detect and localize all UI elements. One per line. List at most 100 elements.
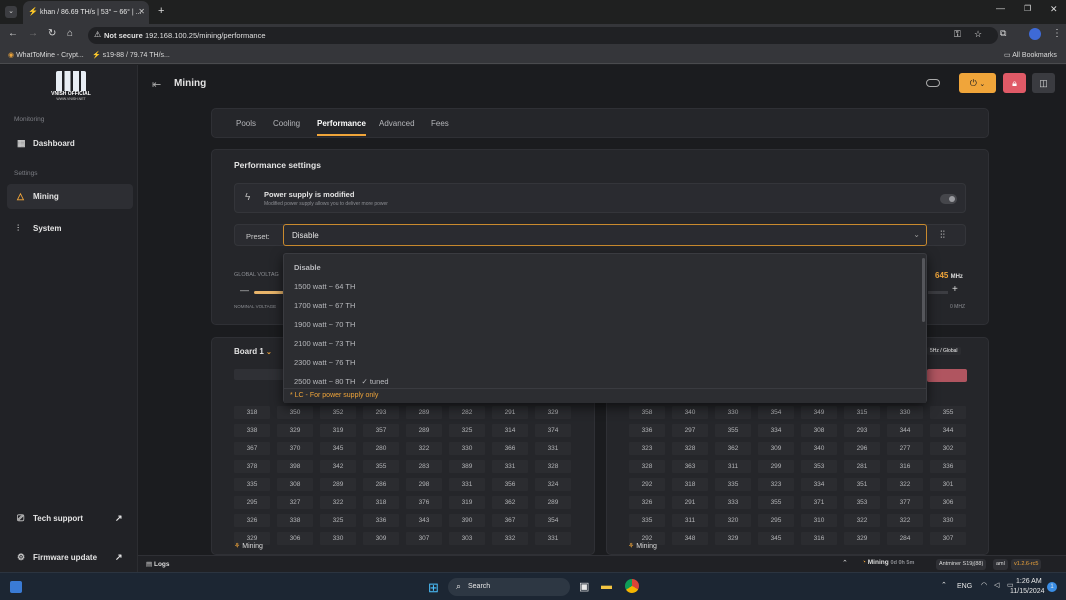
chip-temperature-cell: 308: [801, 424, 837, 437]
chip-temperature-cell: 286: [363, 478, 399, 491]
home-icon[interactable]: ⌂: [67, 28, 73, 39]
dropdown-scrollbar[interactable]: [922, 258, 925, 322]
start-icon[interactable]: ⊞: [428, 580, 439, 596]
star-icon[interactable]: ☆: [974, 29, 982, 40]
profile-icon[interactable]: [1029, 28, 1041, 40]
logs-label: Logs: [153, 561, 170, 568]
widgets-icon[interactable]: [10, 581, 22, 593]
back-icon[interactable]: ←: [8, 28, 18, 39]
logs-button[interactable]: ▤ Logs: [146, 560, 170, 568]
tab-cooling[interactable]: Cooling: [273, 119, 300, 128]
extensions-icon[interactable]: ⧉: [1000, 28, 1006, 39]
collapse-sidebar-icon[interactable]: ⇤: [152, 78, 161, 91]
board-right-badge: 5Hz / Global: [927, 347, 961, 355]
chip-temperature-cell: 314: [492, 424, 528, 437]
search-icon: ⌕: [456, 581, 462, 591]
chip-temperature-cell: 350: [277, 406, 313, 419]
psu-toggle[interactable]: [940, 194, 957, 204]
warning-icon: ⚠: [94, 30, 102, 39]
language-label[interactable]: ENG: [957, 583, 972, 590]
mining-icon: ⚘: [628, 543, 635, 550]
taskbar-search[interactable]: ⌕ Search: [448, 578, 570, 596]
address-bar[interactable]: ⚠ Not secure 192.168.100.25/mining/perfo…: [88, 27, 998, 44]
expand-icon[interactable]: ⌃: [842, 559, 848, 567]
dropdown-option[interactable]: 1700 watt ~ 67 TH: [294, 301, 355, 310]
board-right-bar[interactable]: [927, 369, 967, 382]
close-icon[interactable]: ✕: [138, 7, 145, 16]
sidebar-item-mining[interactable]: △ Mining: [7, 184, 133, 209]
chevron-down-icon: ⌄: [913, 230, 920, 239]
sidebar-item-dashboard[interactable]: ▦ Dashboard: [7, 131, 133, 156]
lock-button[interactable]: 🔒︎: [1003, 73, 1026, 93]
chip-temperature-cell: 325: [449, 424, 485, 437]
dropdown-option[interactable]: 2100 watt ~ 73 TH: [294, 339, 355, 348]
restore-icon[interactable]: ❐: [1024, 4, 1031, 13]
wifi-icon[interactable]: ◠: [981, 581, 987, 589]
taskview-icon[interactable]: ▣: [579, 580, 589, 593]
chrome-icon[interactable]: [625, 579, 639, 593]
clock-date[interactable]: 11/15/2024: [1010, 588, 1045, 595]
sidebar-item-label: Mining: [33, 192, 59, 201]
chip-temperature-cell: 329: [844, 532, 880, 545]
sidebar-item-tech-support[interactable]: ⎚ Tech support ↗: [7, 506, 133, 531]
layout-button[interactable]: ◫: [1032, 73, 1055, 93]
chip-temperature-cell: 316: [801, 532, 837, 545]
bookmark-whattomine[interactable]: ◉ WhatToMine - Crypt...: [8, 51, 84, 59]
sidebar-item-label: Dashboard: [33, 139, 75, 148]
chip-temperature-cell: 389: [449, 460, 485, 473]
document-icon: ▤: [146, 561, 153, 568]
bolt-icon: ⚡: [28, 7, 38, 16]
theme-toggle-icon[interactable]: [926, 79, 940, 87]
mining-icon: ⚘: [234, 543, 241, 550]
frequency-plus[interactable]: +: [952, 284, 958, 295]
notification-badge[interactable]: 1: [1047, 582, 1057, 592]
voltage-slider-fill[interactable]: [254, 291, 284, 294]
chip-temperature-cell: 309: [758, 442, 794, 455]
chip-temperature-cell: 330: [715, 406, 751, 419]
board-title[interactable]: Board 1 ⌄: [234, 347, 272, 356]
reload-icon[interactable]: ↻: [48, 28, 56, 39]
tab-search-icon[interactable]: ⌄: [5, 6, 17, 18]
freq-slider-track[interactable]: [928, 291, 948, 294]
chip-temperature-cell: 331: [535, 532, 571, 545]
all-bookmarks[interactable]: ▭ All Bookmarks: [1004, 51, 1057, 59]
power-button[interactable]: ⏻ ⌄: [959, 73, 996, 93]
tab-pools[interactable]: Pools: [236, 119, 256, 128]
plus-icon[interactable]: +: [158, 5, 164, 17]
minimize-icon[interactable]: —: [996, 3, 1005, 13]
forward-icon[interactable]: →: [28, 28, 38, 39]
key-icon[interactable]: ⚿: [954, 29, 961, 40]
window-close-icon[interactable]: ✕: [1050, 4, 1058, 15]
chip-temperature-cell: 344: [930, 424, 966, 437]
chip-temperature-cell: 390: [449, 514, 485, 527]
preset-select[interactable]: Disable ⌄: [283, 224, 927, 246]
dropdown-option-disable[interactable]: Disable: [294, 263, 321, 272]
dropdown-option[interactable]: 1500 watt ~ 64 TH: [294, 282, 355, 291]
sidebar-item-system[interactable]: ⫶ System: [7, 216, 133, 241]
chip-temperature-cell: 336: [363, 514, 399, 527]
tune-settings-icon[interactable]: ⫶⫶: [940, 230, 945, 241]
chip-temperature-cell: 353: [801, 460, 837, 473]
sidebar-item-firmware-update[interactable]: ⚙ Firmware update ↗: [7, 545, 133, 570]
file-explorer-icon[interactable]: ▬: [601, 580, 612, 592]
volume-icon[interactable]: ◁: [994, 581, 999, 589]
chip-temperature-cell: 355: [363, 460, 399, 473]
clock-time[interactable]: 1:26 AM: [1016, 578, 1042, 585]
menu-icon[interactable]: ⋮: [1052, 28, 1062, 39]
chat-icon: ⎚: [17, 513, 25, 523]
tab-performance[interactable]: Performance: [317, 119, 366, 136]
browser-tab-active[interactable]: ⚡ khan / 86.69 TH/s | 53° ~ 66° | ... ✕: [23, 1, 149, 24]
tab-fees[interactable]: Fees: [431, 119, 449, 128]
chip-temperature-cell: 362: [715, 442, 751, 455]
board-title-text: Board 1: [234, 347, 264, 356]
page-title: Mining: [174, 78, 207, 89]
dropdown-option[interactable]: 2500 watt ~ 80 TH ✓ tuned: [294, 377, 389, 386]
tray-chevron-icon[interactable]: ⌃: [941, 581, 947, 589]
dropdown-option[interactable]: 2300 watt ~ 76 TH: [294, 358, 355, 367]
dropdown-option[interactable]: 1900 watt ~ 70 TH: [294, 320, 355, 329]
mining-icon: △: [17, 191, 24, 201]
voltage-minus[interactable]: —: [240, 285, 249, 295]
chip-temperature-cell: 303: [449, 532, 485, 545]
bookmark-s19[interactable]: ⚡ s19-88 / 79.74 TH/s...: [92, 51, 170, 59]
tab-advanced[interactable]: Advanced: [379, 119, 415, 128]
